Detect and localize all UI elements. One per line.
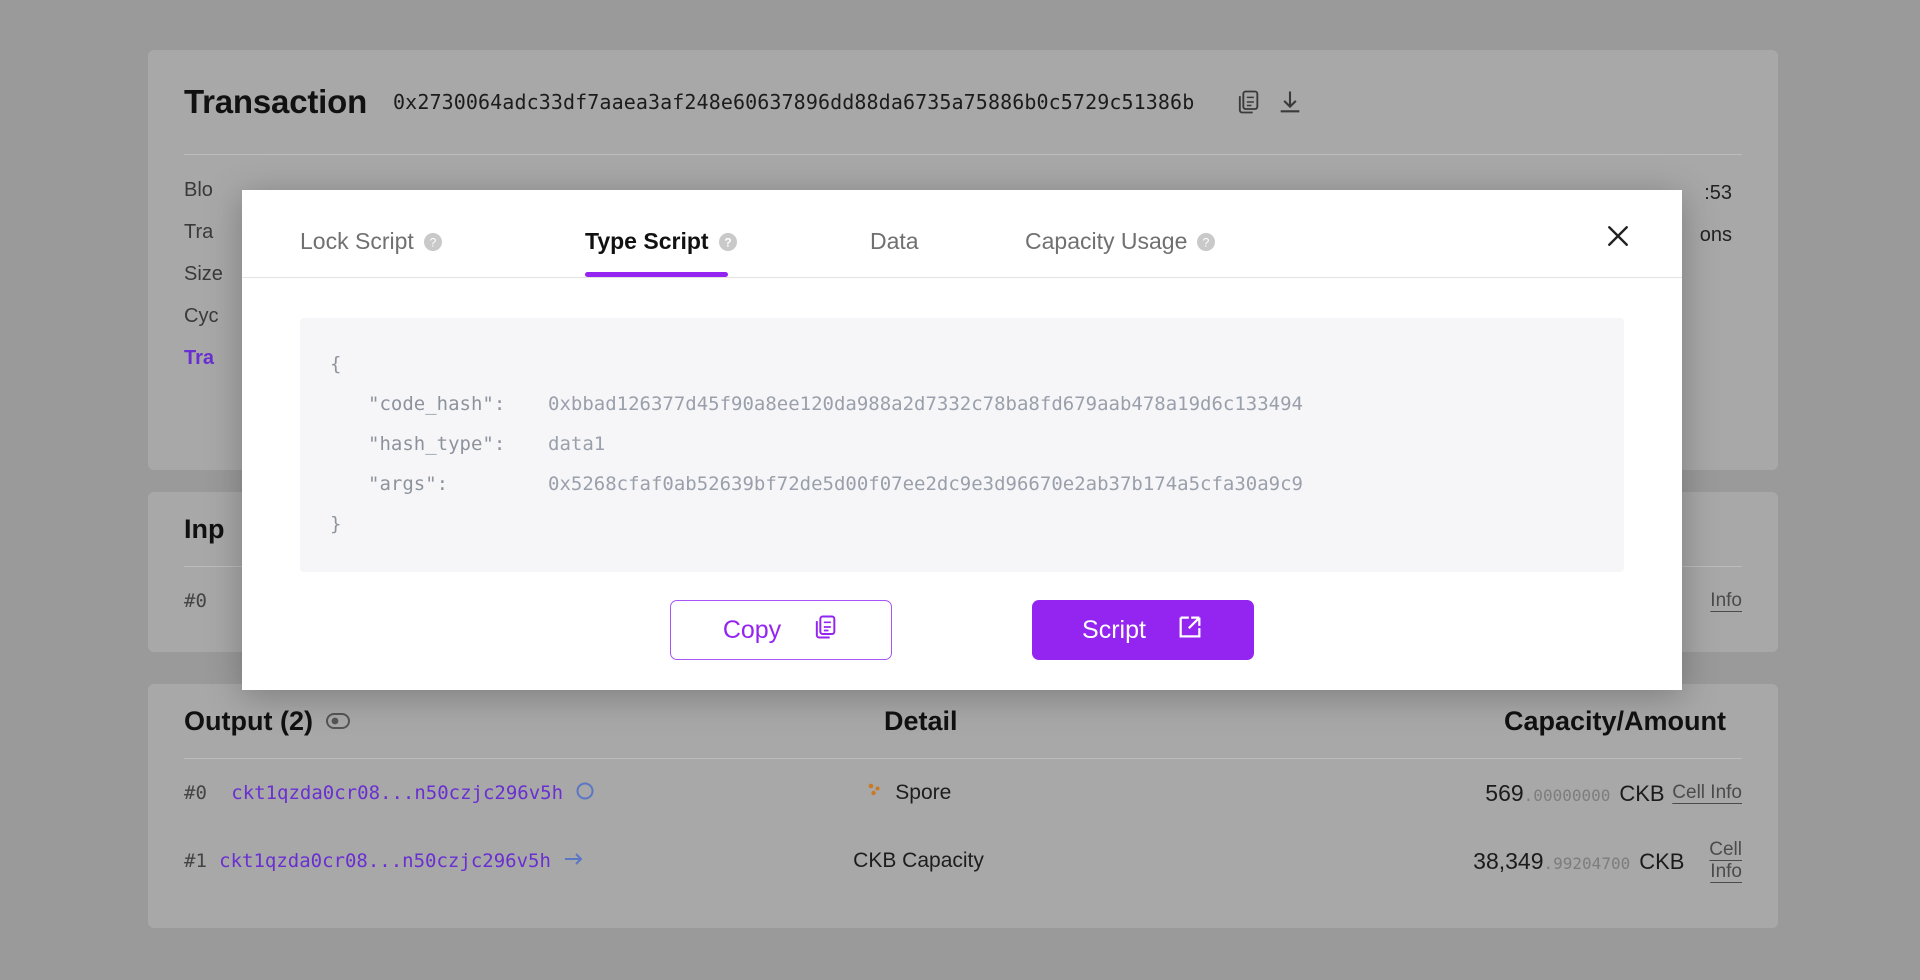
cell-info-link[interactable]: Cell Info: [1665, 782, 1742, 804]
page-title: Transaction: [184, 83, 368, 120]
tab-data[interactable]: Data: [870, 228, 1025, 277]
tab-lock-script-label: Lock Script: [300, 228, 414, 254]
transaction-hash: 0x2730064adc33df7aaea3af248e60637896dd88…: [393, 90, 1195, 114]
external-link-icon: [1176, 613, 1204, 648]
row-address[interactable]: ckt1qzda0cr08...n50czjc296v5h: [219, 850, 853, 872]
output-title-group: Output (2): [184, 706, 884, 737]
json-field-code-hash: "code_hash": 0xbbad126377d45f90a8ee120da…: [330, 384, 1594, 424]
row-detail-text: Spore: [895, 781, 952, 804]
cell-info-link[interactable]: Cell Info: [1684, 839, 1742, 883]
output-title-text: Output (2): [184, 705, 313, 736]
json-key: "code_hash":: [368, 393, 506, 415]
row-amount: 38,349 .99204700 CKB: [1473, 848, 1684, 875]
row-index: #1: [184, 850, 207, 872]
meta-value-block: :53: [1704, 182, 1732, 204]
eye-toggle-icon[interactable]: [325, 711, 351, 731]
script-json-viewer: { "code_hash": 0xbbad126377d45f90a8ee120…: [300, 318, 1624, 572]
json-value: 0x5268cfaf0ab52639bf72de5d00f07ee2dc9e3d…: [548, 473, 1303, 495]
table-row: #1 ckt1qzda0cr08...n50czjc296v5h CKB Cap…: [184, 827, 1742, 895]
transaction-header: Transaction 0x2730064adc33df7aaea3af248e…: [184, 50, 1742, 154]
amount-integer: 38,349: [1473, 847, 1544, 874]
help-circle-icon[interactable]: ?: [1196, 232, 1216, 252]
circle-icon: [575, 781, 595, 806]
download-icon[interactable]: [1276, 88, 1304, 116]
amount-unit: CKB: [1639, 848, 1685, 874]
tab-capacity-usage-label: Capacity Usage: [1025, 228, 1188, 254]
json-close-brace: }: [330, 513, 342, 535]
copy-button[interactable]: Copy: [670, 600, 892, 660]
tab-lock-script[interactable]: Lock Script ?: [300, 228, 585, 277]
close-icon[interactable]: [1598, 216, 1638, 256]
tab-type-script[interactable]: Type Script ?: [585, 228, 870, 277]
table-row: #0 ckt1qzda0cr08...n50czjc296v5h Spore 5…: [184, 759, 1742, 827]
output-section-header: Output (2) Detail Capacity/Amount: [184, 684, 1742, 758]
copy-icon: [811, 613, 839, 648]
tab-capacity-usage[interactable]: Capacity Usage ?: [1025, 228, 1216, 277]
row-detail: Spore: [865, 780, 1485, 806]
output-col-amount: Capacity/Amount: [1504, 705, 1727, 736]
arrow-right-icon: [563, 850, 585, 872]
json-field-hash-type: "hash_type": data1: [330, 424, 1594, 464]
amount-integer: 569: [1485, 779, 1524, 806]
page-root: Transaction 0x2730064adc33df7aaea3af248e…: [0, 0, 1920, 980]
script-button-label: Script: [1082, 615, 1146, 644]
modal-action-bar: Copy Script: [242, 600, 1682, 660]
json-value: 0xbbad126377d45f90a8ee120da988a2d7332c78…: [548, 393, 1303, 415]
script-button[interactable]: Script: [1032, 600, 1254, 660]
tab-type-script-label: Type Script: [585, 228, 709, 254]
row-address-text: ckt1qzda0cr08...n50czjc296v5h: [219, 850, 551, 872]
output-col-detail: Detail: [884, 705, 958, 736]
json-value: data1: [548, 433, 606, 455]
json-open-brace: {: [330, 353, 342, 375]
modal-tabs: Lock Script ? Type Script ? Data Capacit…: [242, 190, 1682, 278]
meta-value-transactions: ons: [1699, 224, 1732, 246]
tab-data-label: Data: [870, 228, 919, 254]
help-circle-icon[interactable]: ?: [718, 232, 738, 252]
amount-decimal: .00000000: [1523, 785, 1611, 805]
spore-icon: [865, 780, 885, 806]
row-address[interactable]: ckt1qzda0cr08...n50czjc296v5h: [231, 781, 865, 806]
header-icon-group: [1234, 88, 1304, 116]
input-title-text: Inp: [184, 513, 225, 544]
row-amount: 569 .00000000 CKB: [1485, 780, 1664, 807]
script-modal: Lock Script ? Type Script ? Data Capacit…: [242, 190, 1682, 690]
json-key: "hash_type":: [368, 433, 506, 455]
amount-unit: CKB: [1619, 780, 1665, 806]
json-key: "args":: [368, 473, 449, 495]
row-address-text: ckt1qzda0cr08...n50czjc296v5h: [231, 782, 564, 804]
help-circle-icon[interactable]: ?: [423, 232, 443, 252]
row-detail-text: CKB Capacity: [853, 849, 984, 872]
copy-button-label: Copy: [722, 615, 782, 644]
copy-icon[interactable]: [1234, 88, 1262, 116]
svg-text:?: ?: [1203, 235, 1210, 249]
svg-text:?: ?: [724, 235, 731, 249]
json-field-args: "args": 0x5268cfaf0ab52639bf72de5d00f07e…: [330, 464, 1594, 504]
row-index: #0: [184, 782, 207, 804]
row-index: #0: [184, 590, 207, 612]
row-detail: CKB Capacity: [853, 849, 1473, 873]
svg-text:?: ?: [429, 235, 436, 249]
output-card: Output (2) Detail Capacity/Amount #0 ckt…: [148, 684, 1778, 928]
amount-decimal: .99204700: [1543, 853, 1631, 873]
